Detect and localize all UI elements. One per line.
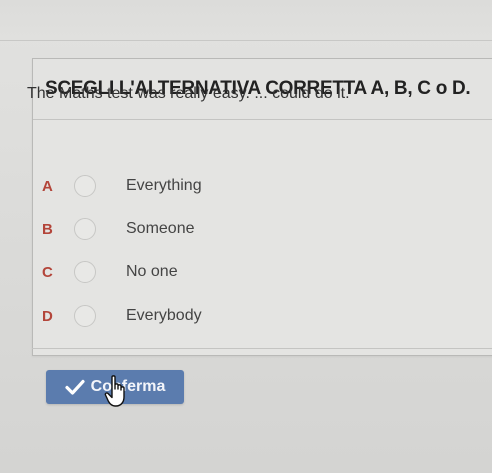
option-label: Everybody [126,307,202,324]
option-label: Everything [126,177,202,194]
option-letter: B [42,220,53,238]
option-c[interactable]: C No one [42,259,302,285]
option-letter: C [42,263,53,281]
option-b-radio[interactable] [74,218,96,240]
option-a[interactable]: A Everything [42,173,302,199]
option-d-radio[interactable] [74,305,96,327]
option-b[interactable]: B Someone [42,216,302,242]
option-label: Someone [126,220,195,237]
option-c-radio[interactable] [74,261,96,283]
question-text: The Maths test was really easy. ... coul… [27,85,350,102]
option-d[interactable]: D Everybody [42,303,302,329]
option-label: No one [126,263,178,280]
check-icon [65,379,85,395]
option-a-radio[interactable] [74,175,96,197]
page: SCEGLI L'ALTERNATIVA CORRETTA A, B, C o … [0,0,492,473]
top-strip [0,0,492,41]
option-letter: D [42,307,53,325]
hand-pointer-icon [104,375,125,407]
option-letter: A [42,177,53,195]
divider [32,348,492,349]
